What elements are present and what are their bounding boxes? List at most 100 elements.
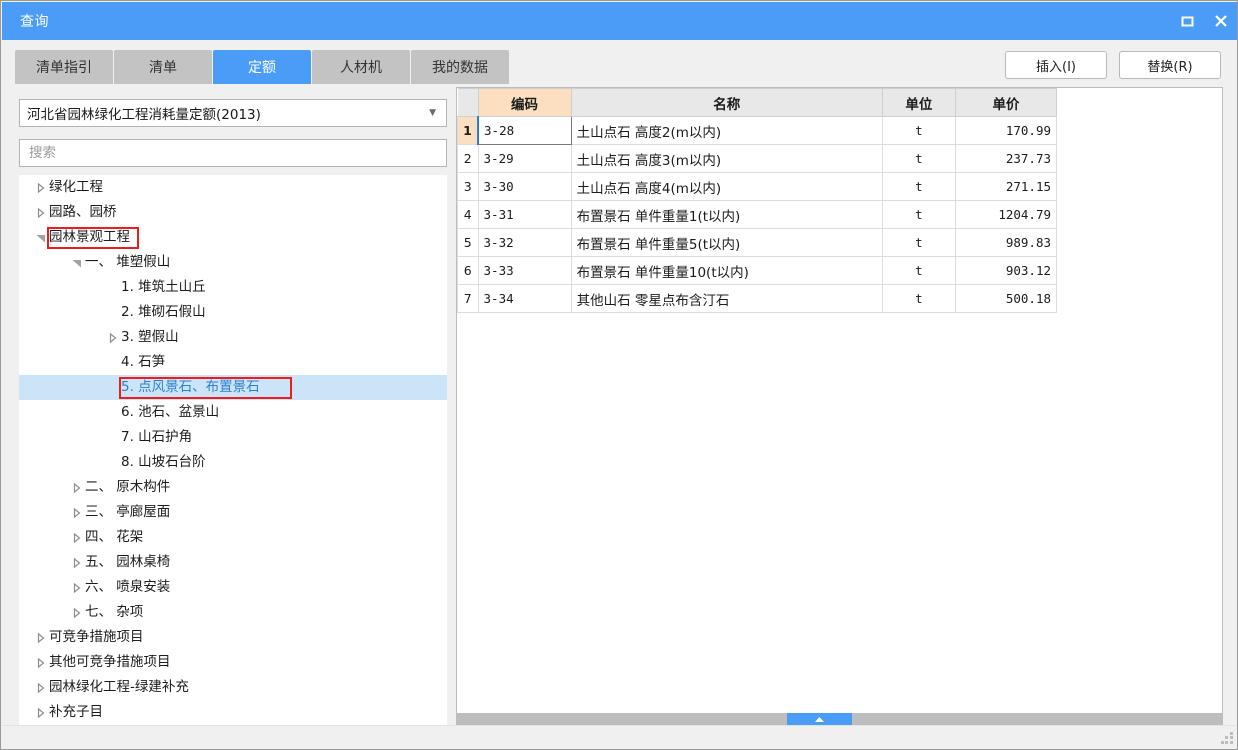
tree-expand-icon[interactable]	[33, 200, 49, 225]
tab-qingdan-zhiyin[interactable]: 清单指引	[15, 50, 113, 84]
tree-item[interactable]: 补充子目	[19, 700, 447, 725]
tab-qingdan[interactable]: 清单	[114, 50, 212, 84]
cell-price[interactable]: 500.18	[954, 284, 1058, 313]
table-row[interactable]: 1 3-28 土山点石 高度2(m以内) t 170.99	[457, 116, 1058, 145]
tree-item[interactable]: 三、 亭廊屋面	[19, 500, 447, 525]
tree-item[interactable]: 园路、园桥	[19, 200, 447, 225]
header-code[interactable]: 编码	[477, 88, 572, 117]
tab-rencaiji[interactable]: 人材机	[312, 50, 410, 84]
cell-code[interactable]: 3-32	[477, 228, 572, 257]
tree-item[interactable]: 6. 池石、盆景山	[19, 400, 447, 425]
tree-expand-icon[interactable]	[69, 575, 85, 600]
tree-leaf-spacer	[105, 350, 121, 375]
insert-button[interactable]: 插入(I)	[1005, 51, 1107, 79]
cell-price[interactable]: 989.83	[954, 228, 1058, 257]
cell-name[interactable]: 其他山石 零星点布含汀石	[570, 284, 883, 313]
cell-price[interactable]: 903.12	[954, 256, 1058, 285]
header-price[interactable]: 单价	[954, 88, 1058, 117]
category-tree[interactable]: 绿化工程 园路、园桥 园林景观工程 一、 堆塑假山 1. 堆筑土山丘 2. 堆砌石假山 3.…	[19, 175, 447, 725]
cell-code[interactable]: 3-28	[477, 116, 572, 145]
cell-unit[interactable]: t	[881, 172, 956, 201]
cell-name[interactable]: 布置景石 单件重量10(t以内)	[570, 256, 883, 285]
header-unit[interactable]: 单位	[881, 88, 956, 117]
tree-item[interactable]: 四、 花架	[19, 525, 447, 550]
tree-item[interactable]: 3. 塑假山	[19, 325, 447, 350]
tree-expand-icon[interactable]	[33, 650, 49, 675]
table-row[interactable]: 7 3-34 其他山石 零星点布含汀石 t 500.18	[457, 284, 1058, 313]
tree-item[interactable]: 园林绿化工程-绿建补充	[19, 675, 447, 700]
tree-expand-icon[interactable]	[33, 175, 49, 200]
tree-item[interactable]: 七、 杂项	[19, 600, 447, 625]
cell-unit[interactable]: t	[881, 116, 956, 145]
tree-expand-icon[interactable]	[69, 500, 85, 525]
results-grid: 编码 名称 单位 单价 1 3-28 土山点石 高度2(m以内) t 170.99 2 3-…	[457, 88, 1058, 313]
cell-code[interactable]: 3-33	[477, 256, 572, 285]
search-input[interactable]	[27, 139, 446, 167]
cell-unit[interactable]: t	[881, 200, 956, 229]
window-controls	[1170, 2, 1237, 40]
search-box[interactable]	[19, 139, 447, 167]
tab-dinge[interactable]: 定额	[213, 50, 311, 84]
cell-price[interactable]: 237.73	[954, 144, 1058, 173]
tree-leaf-spacer	[105, 425, 121, 450]
tree-leaf-spacer	[105, 300, 121, 325]
tree-item[interactable]: 五、 园林桌椅	[19, 550, 447, 575]
tree-item[interactable]: 4. 石笋	[19, 350, 447, 375]
table-row[interactable]: 2 3-29 土山点石 高度3(m以内) t 237.73	[457, 144, 1058, 173]
cell-code[interactable]: 3-31	[477, 200, 572, 229]
cell-name[interactable]: 布置景石 单件重量1(t以内)	[570, 200, 883, 229]
tab-wodeshuju[interactable]: 我的数据	[411, 50, 509, 84]
library-select[interactable]: 河北省园林绿化工程消耗量定额(2013) ▼	[19, 99, 447, 127]
tree-expand-icon[interactable]	[33, 700, 49, 725]
maximize-icon[interactable]	[1170, 2, 1204, 40]
resize-grip-icon[interactable]	[1221, 732, 1234, 745]
cell-unit[interactable]: t	[881, 228, 956, 257]
cell-name[interactable]: 土山点石 高度3(m以内)	[570, 144, 883, 173]
tree-item[interactable]: 其他可竞争措施项目	[19, 650, 447, 675]
table-row[interactable]: 3 3-30 土山点石 高度4(m以内) t 271.15	[457, 172, 1058, 201]
caret-up-icon	[815, 717, 824, 722]
table-row[interactable]: 6 3-33 布置景石 单件重量10(t以内) t 903.12	[457, 256, 1058, 285]
cell-name[interactable]: 土山点石 高度4(m以内)	[570, 172, 883, 201]
tree-collapse-icon[interactable]	[33, 225, 49, 250]
tree-expand-icon[interactable]	[105, 325, 121, 350]
left-panel: 河北省园林绿化工程消耗量定额(2013) ▼ 绿化工程园路、园桥园林景观工程一、…	[19, 87, 449, 727]
cell-price[interactable]: 271.15	[954, 172, 1058, 201]
tree-expand-icon[interactable]	[69, 475, 85, 500]
tree-item[interactable]: 5. 点风景石、布置景石	[19, 375, 447, 400]
tree-collapse-icon[interactable]	[69, 250, 85, 275]
cell-code[interactable]: 3-29	[477, 144, 572, 173]
cell-name[interactable]: 土山点石 高度2(m以内)	[570, 116, 883, 145]
title-bar: 查询	[2, 2, 1237, 40]
tree-item[interactable]: 园林景观工程	[19, 225, 447, 250]
table-row[interactable]: 4 3-31 布置景石 单件重量1(t以内) t 1204.79	[457, 200, 1058, 229]
tree-expand-icon[interactable]	[69, 525, 85, 550]
tree-item[interactable]: 2. 堆砌石假山	[19, 300, 447, 325]
tree-item[interactable]: 二、 原木构件	[19, 475, 447, 500]
cell-price[interactable]: 1204.79	[954, 200, 1058, 229]
tree-expand-icon[interactable]	[69, 550, 85, 575]
cell-price[interactable]: 170.99	[954, 116, 1058, 145]
results-grid-header-row: 编码 名称 单位 单价	[457, 88, 1058, 117]
tree-item[interactable]: 可竞争措施项目	[19, 625, 447, 650]
tree-item[interactable]: 六、 喷泉安装	[19, 575, 447, 600]
replace-button[interactable]: 替换(R)	[1119, 51, 1221, 79]
cell-unit[interactable]: t	[881, 284, 956, 313]
tree-item[interactable]: 一、 堆塑假山	[19, 250, 447, 275]
tree-expand-icon[interactable]	[33, 675, 49, 700]
cell-code[interactable]: 3-30	[477, 172, 572, 201]
cell-unit[interactable]: t	[881, 144, 956, 173]
header-name[interactable]: 名称	[570, 88, 883, 117]
cell-code[interactable]: 3-34	[477, 284, 572, 313]
tree-item-label: 五、 园林桌椅	[85, 553, 171, 570]
tree-item[interactable]: 绿化工程	[19, 175, 447, 200]
tree-item[interactable]: 7. 山石护角	[19, 425, 447, 450]
tree-expand-icon[interactable]	[69, 600, 85, 625]
tree-item[interactable]: 1. 堆筑土山丘	[19, 275, 447, 300]
cell-unit[interactable]: t	[881, 256, 956, 285]
close-icon[interactable]	[1204, 2, 1237, 40]
tree-item[interactable]: 8. 山坡石台阶	[19, 450, 447, 475]
tree-expand-icon[interactable]	[33, 625, 49, 650]
table-row[interactable]: 5 3-32 布置景石 单件重量5(t以内) t 989.83	[457, 228, 1058, 257]
cell-name[interactable]: 布置景石 单件重量5(t以内)	[570, 228, 883, 257]
